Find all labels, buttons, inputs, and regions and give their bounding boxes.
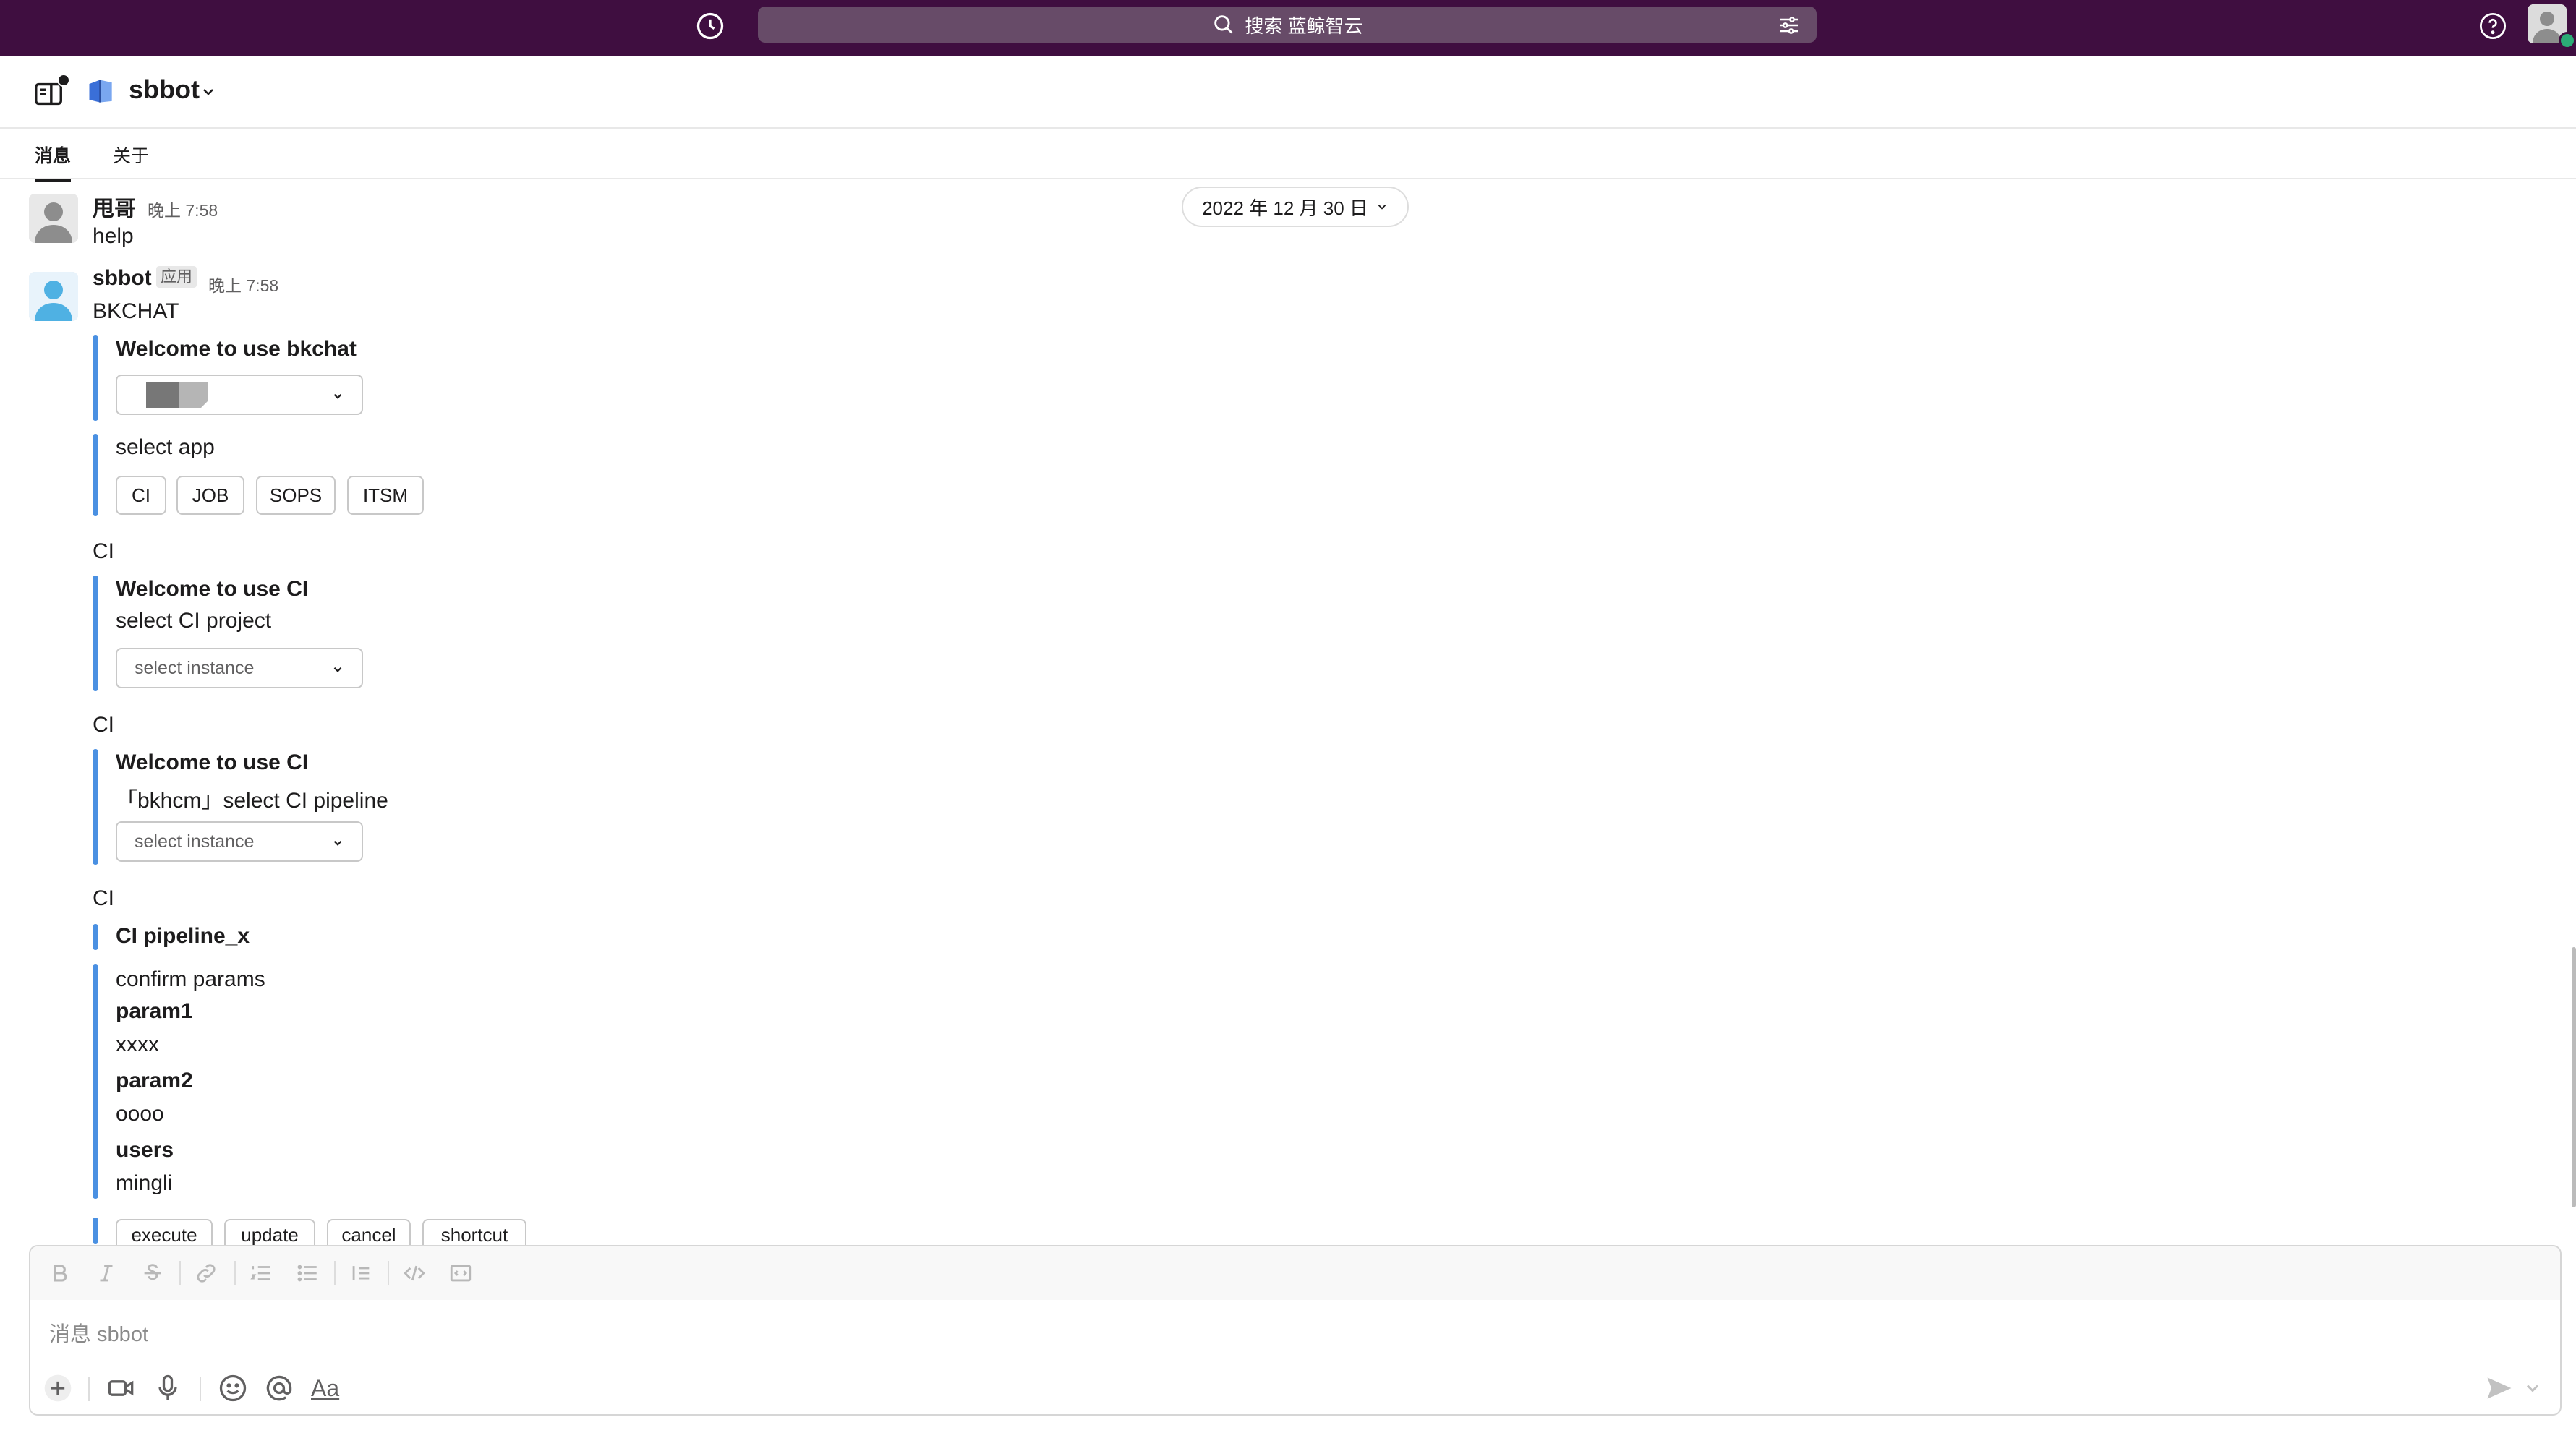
code-block-icon[interactable] xyxy=(448,1261,473,1285)
param-value: xxxx xyxy=(116,1032,159,1056)
chevron-down-icon xyxy=(333,393,342,399)
app-button-job[interactable]: JOB xyxy=(176,476,244,515)
attachment-bar xyxy=(93,924,98,950)
attachment-bar xyxy=(93,434,98,516)
person-icon xyxy=(29,194,78,243)
channel-title[interactable]: sbbot xyxy=(129,74,200,105)
ordered-list-icon[interactable] xyxy=(249,1261,273,1285)
message-input[interactable]: 消息 sbbot xyxy=(49,1317,148,1348)
search-icon xyxy=(1214,15,1233,34)
chevron-down-icon xyxy=(1378,205,1386,210)
toolbar-divider xyxy=(334,1261,336,1285)
search-placeholder: 搜索 蓝鲸智云 xyxy=(1245,14,1363,37)
block-header: CI xyxy=(93,539,114,563)
block-subtitle: 「bkhcm」select CI pipeline xyxy=(116,789,388,813)
tab-about[interactable]: 关于 xyxy=(113,142,149,179)
filter-icon[interactable] xyxy=(1778,14,1801,37)
message-time[interactable]: 晚上 7:58 xyxy=(208,272,278,296)
confirm-label: confirm params xyxy=(116,967,265,991)
pipeline-name: CI pipeline_x xyxy=(116,924,250,948)
video-icon[interactable] xyxy=(106,1372,137,1404)
chevron-down-icon[interactable] xyxy=(200,83,217,100)
code-icon[interactable] xyxy=(402,1261,427,1285)
param-key: param1 xyxy=(116,999,193,1023)
notification-dot xyxy=(57,74,70,87)
message-composer: 消息 sbbot Aa xyxy=(29,1245,2562,1416)
block-title: Welcome to use CI xyxy=(116,577,309,601)
block-title: Welcome to use bkchat xyxy=(116,337,357,361)
app-select[interactable] xyxy=(116,375,363,415)
app-button-sops[interactable]: SOPS xyxy=(256,476,336,515)
toolbar-divider xyxy=(388,1261,389,1285)
param-key: param2 xyxy=(116,1069,193,1092)
block-subtitle: select CI project xyxy=(116,609,272,633)
history-icon[interactable] xyxy=(694,10,726,42)
message-time[interactable]: 晚上 7:58 xyxy=(148,197,218,221)
attachment-bar xyxy=(93,1218,98,1244)
block-header: CI xyxy=(93,886,114,910)
param-value: oooo xyxy=(116,1102,164,1126)
attachment-bar xyxy=(93,335,98,421)
toolbar-divider xyxy=(88,1377,90,1401)
select-app-label: select app xyxy=(116,435,215,459)
top-bar: 搜索 蓝鲸智云 xyxy=(0,0,2576,56)
channel-tabs: 消息 关于 xyxy=(0,127,2576,182)
avatar[interactable] xyxy=(29,194,78,243)
attachment-bar xyxy=(93,964,98,1199)
bullet-list-icon[interactable] xyxy=(295,1261,320,1285)
ci-project-select[interactable]: select instance xyxy=(116,648,363,688)
add-icon[interactable] xyxy=(42,1372,74,1404)
select-placeholder: select instance xyxy=(135,831,255,852)
app-button-itsm[interactable]: ITSM xyxy=(347,476,424,515)
tab-messages[interactable]: 消息 xyxy=(35,142,72,182)
block-header: CI xyxy=(93,713,114,737)
bold-icon[interactable] xyxy=(48,1261,72,1285)
bot-avatar[interactable] xyxy=(29,272,78,321)
attachment-bar xyxy=(93,576,98,691)
param-key: users xyxy=(116,1138,174,1162)
date-label: 2022 年 12 月 30 日 xyxy=(1202,197,1368,219)
person-icon xyxy=(29,272,78,321)
format-toolbar xyxy=(30,1246,2560,1300)
message-text: help xyxy=(93,224,134,248)
select-placeholder: select instance xyxy=(135,657,255,678)
chevron-down-icon[interactable] xyxy=(2522,1372,2543,1404)
bot-icon xyxy=(89,80,112,103)
toolbar-divider xyxy=(234,1261,236,1285)
chevron-down-icon xyxy=(333,667,342,672)
quote-icon[interactable] xyxy=(349,1261,373,1285)
mention-icon[interactable] xyxy=(263,1372,295,1404)
strikethrough-icon[interactable] xyxy=(140,1261,165,1285)
emoji-icon[interactable] xyxy=(217,1372,249,1404)
param-value: mingli xyxy=(116,1171,173,1195)
sender-name[interactable]: sbbot xyxy=(93,266,152,291)
link-icon[interactable] xyxy=(194,1261,218,1285)
message-title: BKCHAT xyxy=(93,299,179,323)
sender-name[interactable]: 甩哥 xyxy=(93,191,136,223)
app-button-ci[interactable]: CI xyxy=(116,476,166,515)
app-badge: 应用 xyxy=(156,266,197,288)
channel-header: sbbot xyxy=(0,56,2576,129)
help-icon[interactable] xyxy=(2478,11,2508,41)
search-bar[interactable]: 搜索 蓝鲸智云 xyxy=(758,7,1817,43)
italic-icon[interactable] xyxy=(94,1261,119,1285)
toolbar-divider xyxy=(179,1261,181,1285)
online-status-dot xyxy=(2559,32,2576,49)
attachment-bar xyxy=(93,749,98,865)
block-title: Welcome to use CI xyxy=(116,750,309,774)
formatting-toggle[interactable]: Aa xyxy=(311,1372,339,1404)
send-icon[interactable] xyxy=(2483,1372,2515,1404)
microphone-icon[interactable] xyxy=(152,1372,184,1404)
date-divider[interactable]: 2022 年 12 月 30 日 xyxy=(1182,187,1409,227)
scrollbar[interactable] xyxy=(2572,947,2576,1207)
app-icon-placeholder xyxy=(146,382,208,408)
ci-pipeline-select[interactable]: select instance xyxy=(116,821,363,862)
chevron-down-icon xyxy=(333,840,342,846)
toolbar-divider xyxy=(200,1377,201,1401)
